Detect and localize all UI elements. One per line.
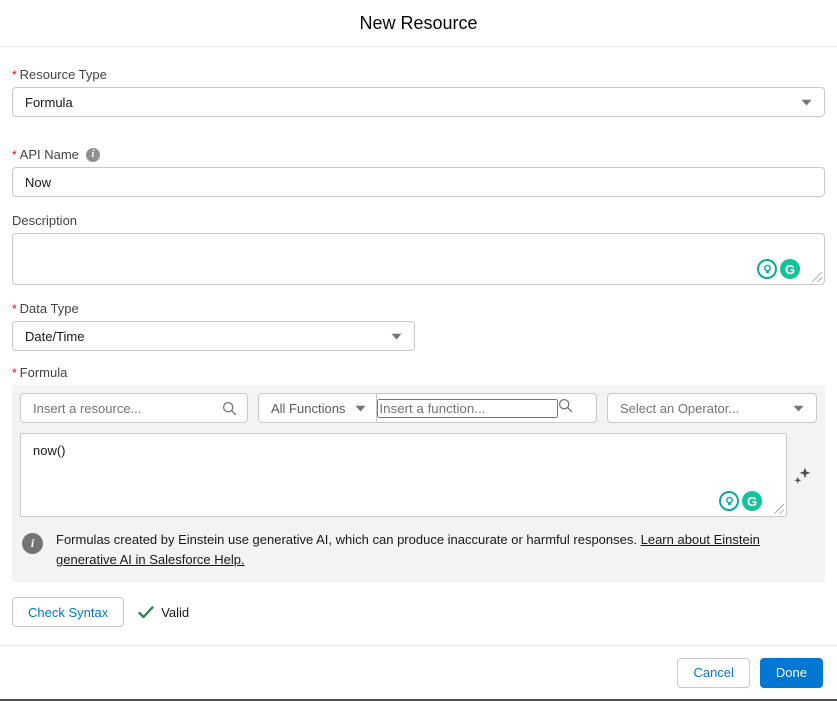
function-picker-group: All Functions: [258, 393, 597, 423]
check-syntax-button[interactable]: Check Syntax: [12, 597, 125, 628]
data-type-value: Date/Time: [25, 328, 85, 344]
resource-type-field: * Resource Type Formula: [12, 67, 825, 117]
chevron-down-icon: [793, 405, 804, 412]
formula-textarea[interactable]: now(): [21, 434, 786, 516]
formula-toolbar: All Functions Sel: [20, 393, 817, 423]
data-type-label-text: Data Type: [19, 301, 79, 316]
required-asterisk: *: [12, 301, 17, 316]
modal-footer: Cancel Done: [0, 645, 837, 699]
resource-search-box: [20, 393, 248, 423]
grammarly-widget: G: [757, 259, 800, 279]
resource-search-input[interactable]: [21, 400, 222, 416]
valid-label: Valid: [161, 604, 190, 620]
api-name-label-text: API Name: [19, 147, 79, 162]
description-textarea-wrap: G: [12, 233, 825, 285]
resource-type-select[interactable]: Formula: [12, 87, 825, 117]
modal-title: New Resource: [359, 12, 478, 33]
sparkle-icon: [793, 467, 810, 484]
chevron-down-icon: [355, 405, 366, 412]
einstein-disclaimer: i Formulas created by Einstein use gener…: [20, 527, 817, 576]
formula-editor-row: now() G: [20, 433, 817, 517]
info-icon[interactable]: i: [85, 147, 100, 162]
function-category-value: All Functions: [271, 400, 346, 416]
syntax-row: Check Syntax Valid: [12, 597, 825, 628]
grammarly-tone-icon[interactable]: [719, 491, 739, 511]
formula-field: * Formula All Functions: [12, 365, 825, 583]
syntax-status: Valid: [138, 605, 189, 620]
operator-value: Select an Operator...: [620, 400, 740, 416]
check-icon: [138, 605, 154, 618]
formula-label: * Formula: [12, 365, 825, 380]
grammarly-icon[interactable]: G: [780, 259, 800, 279]
einstein-sparkle-button[interactable]: [787, 433, 817, 517]
function-search-box: [377, 394, 596, 422]
data-type-select[interactable]: Date/Time: [12, 321, 415, 351]
required-asterisk: *: [12, 67, 17, 82]
disclaimer-body: Formulas created by Einstein use generat…: [56, 532, 637, 547]
new-resource-dialog: New Resource * Resource Type Formula * A…: [0, 0, 837, 701]
search-icon: [222, 401, 237, 416]
disclaimer-text: Formulas created by Einstein use generat…: [56, 530, 762, 570]
description-textarea[interactable]: [13, 234, 824, 284]
chevron-down-icon: [801, 99, 812, 106]
info-icon: i: [22, 533, 43, 554]
chevron-down-icon: [391, 333, 402, 340]
function-search-input[interactable]: [377, 398, 559, 418]
grammarly-tone-icon[interactable]: [757, 259, 777, 279]
modal-header: New Resource: [0, 0, 837, 47]
api-name-input[interactable]: [12, 167, 825, 197]
description-label: Description: [12, 213, 825, 228]
formula-builder: All Functions Sel: [12, 385, 825, 583]
function-category-select[interactable]: All Functions: [259, 394, 378, 422]
api-name-field: * API Name i: [12, 147, 825, 197]
required-asterisk: *: [12, 147, 17, 162]
resource-type-label: * Resource Type: [12, 67, 825, 82]
formula-textarea-wrap: now() G: [20, 433, 787, 517]
description-field: Description G: [12, 213, 825, 285]
data-type-field: * Data Type Date/Time: [12, 301, 825, 351]
resource-type-label-text: Resource Type: [19, 67, 107, 82]
done-button[interactable]: Done: [759, 657, 823, 688]
search-icon: [558, 398, 573, 418]
data-type-label: * Data Type: [12, 301, 825, 316]
operator-select[interactable]: Select an Operator...: [607, 393, 817, 423]
description-label-text: Description: [12, 213, 78, 228]
resource-type-value: Formula: [25, 94, 73, 110]
modal-body: * Resource Type Formula * API Name i Des…: [0, 47, 837, 645]
api-name-label: * API Name i: [12, 147, 825, 162]
formula-label-text: Formula: [19, 365, 68, 380]
grammarly-widget: G: [719, 491, 762, 511]
required-asterisk: *: [12, 365, 17, 380]
grammarly-icon[interactable]: G: [742, 491, 762, 511]
cancel-button[interactable]: Cancel: [677, 657, 750, 688]
